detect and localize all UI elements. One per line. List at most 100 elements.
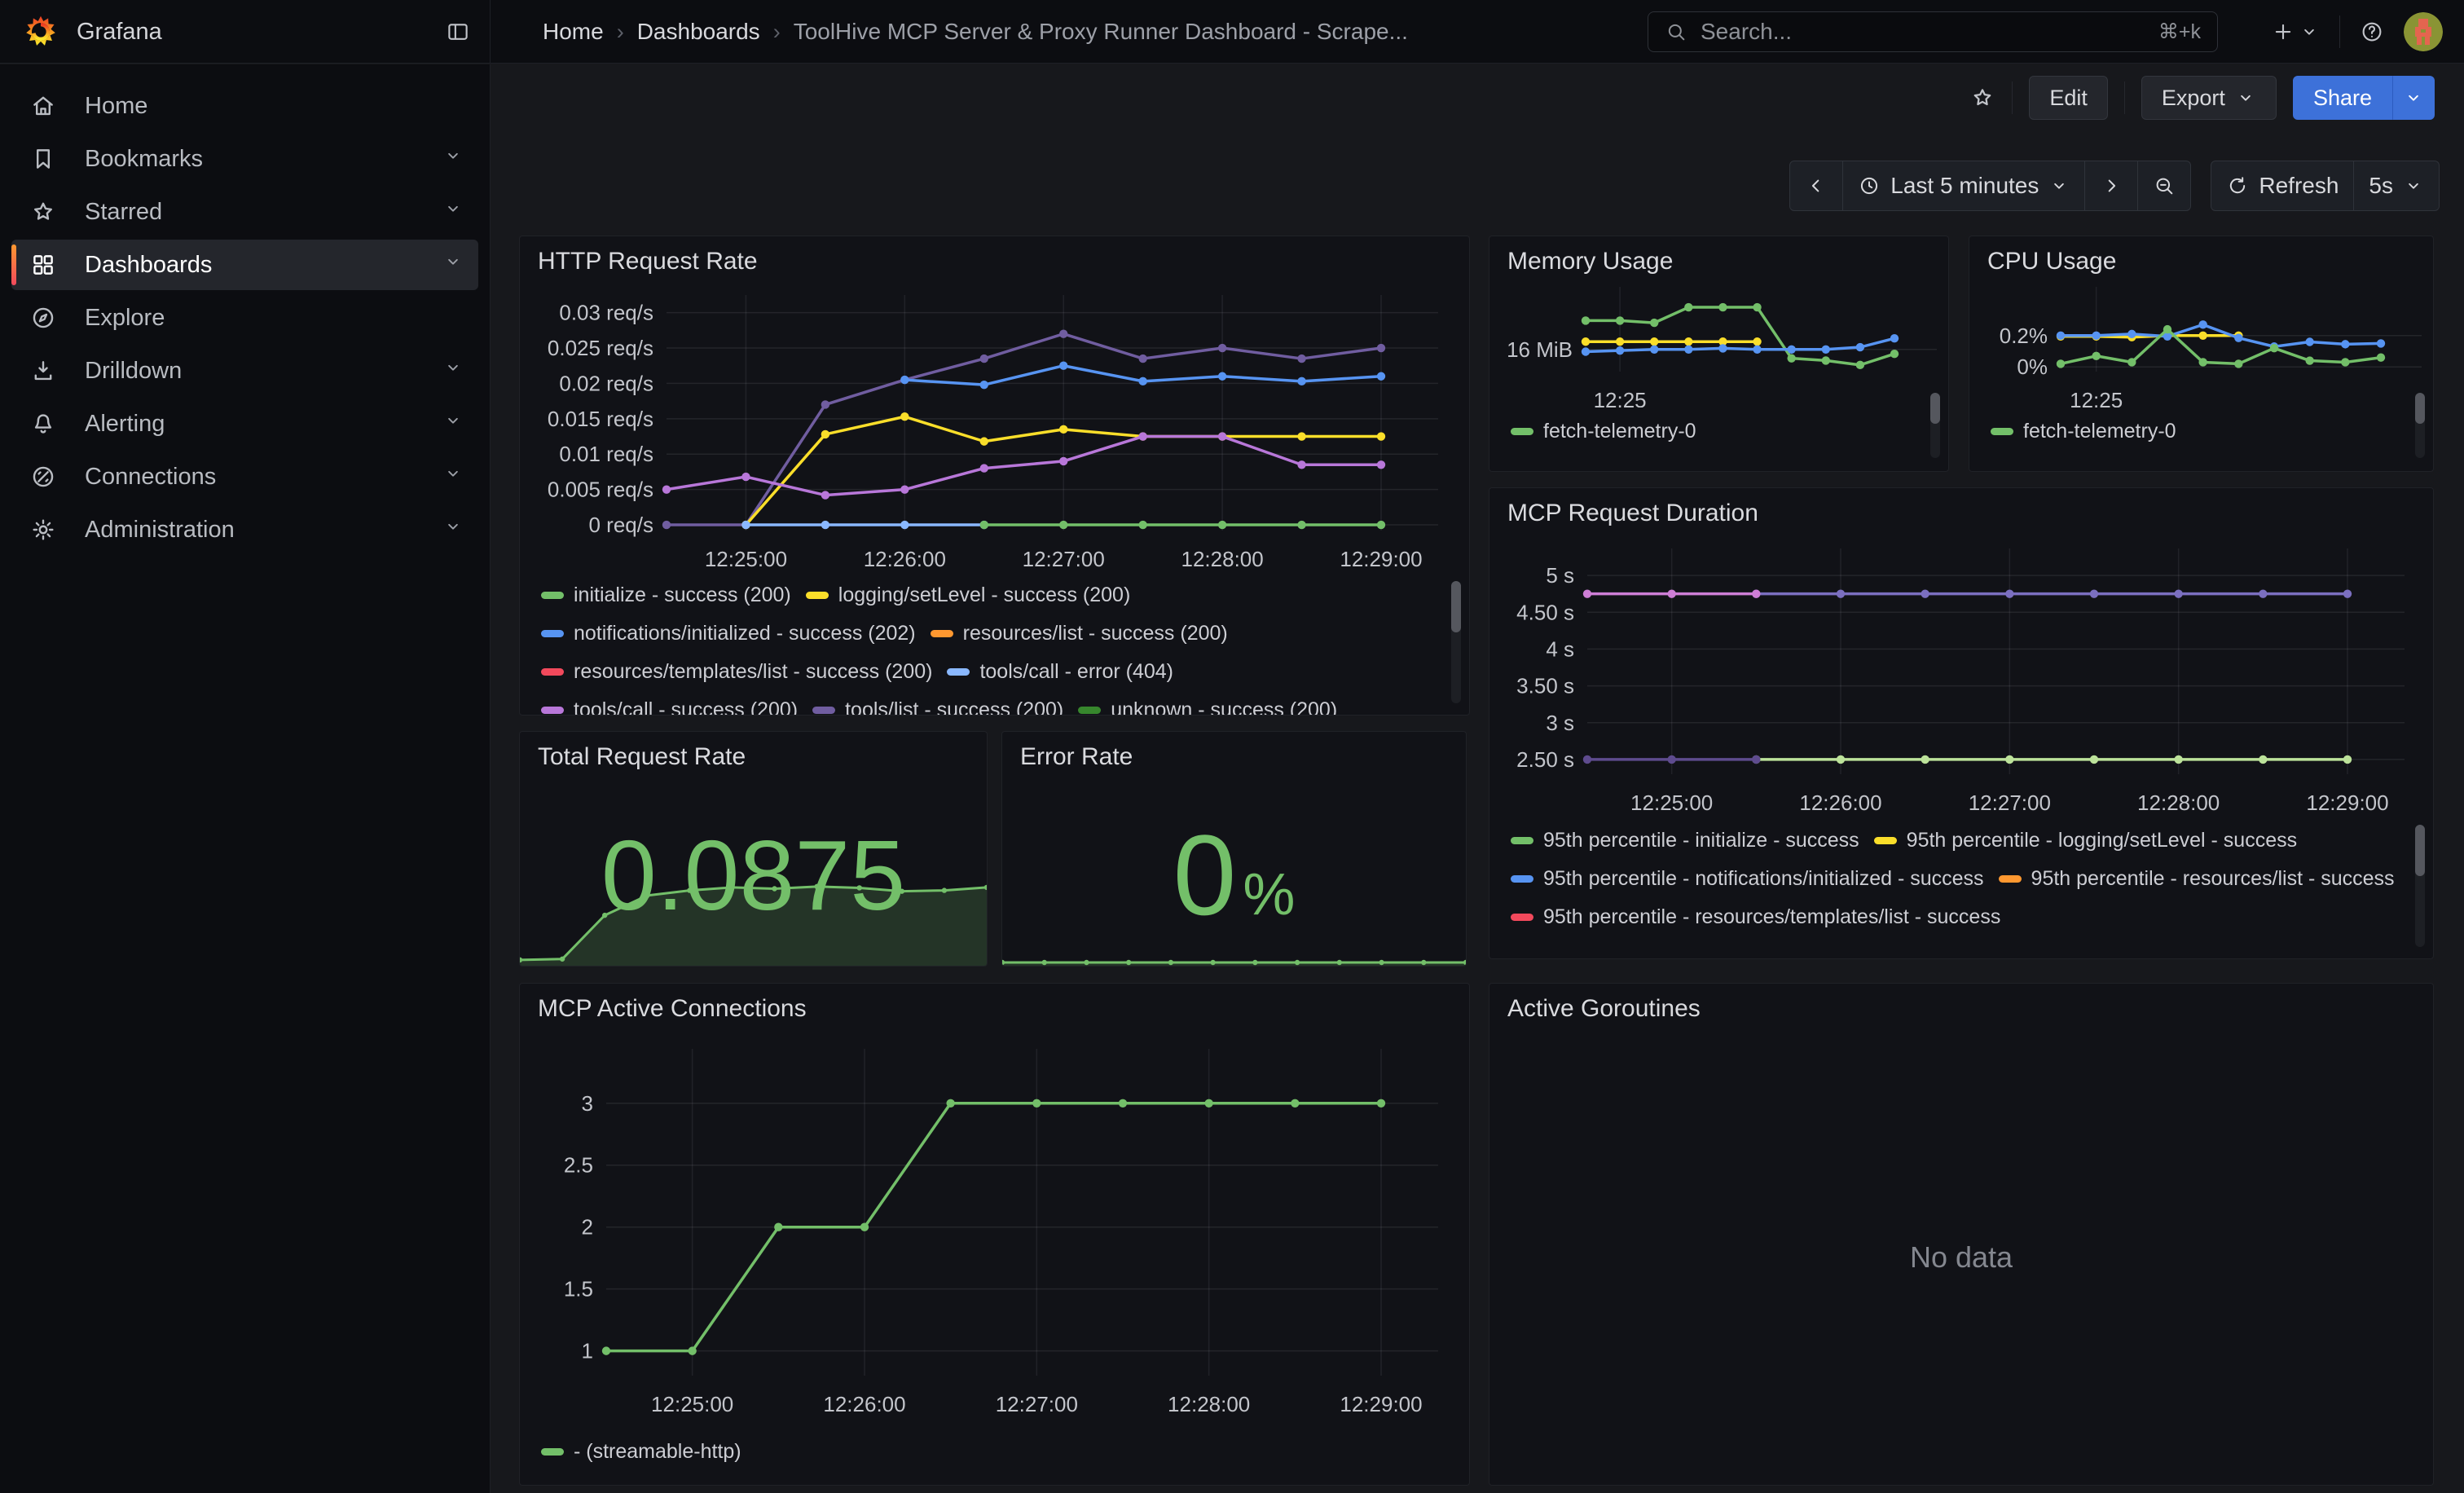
brand[interactable]: Grafana	[23, 14, 162, 50]
sidebar-item-label: Bookmarks	[85, 146, 203, 173]
sidebar-item-label: Administration	[85, 517, 235, 544]
mcp-active-connections-chart[interactable]: 12:25:0012:26:0012:27:0012:28:0012:29:00…	[520, 1029, 1469, 1433]
svg-text:0.015 req/s: 0.015 req/s	[548, 407, 653, 431]
sidebar-item-bookmarks[interactable]: Bookmarks	[11, 134, 478, 184]
sidebar-item-label: Connections	[85, 464, 216, 491]
breadcrumb-item[interactable]: Dashboards	[637, 19, 760, 45]
legend-item[interactable]: logging/setLevel - success (200)	[806, 576, 1131, 614]
sidebar-item-connections[interactable]: Connections	[11, 451, 478, 502]
legend-item[interactable]: unknown - success (200)	[1078, 691, 1337, 715]
legend-item[interactable]: tools/call - error (404)	[947, 653, 1173, 691]
refresh-interval-picker[interactable]: 5s	[2353, 161, 2439, 210]
legend-item[interactable]: 95th percentile - initialize - success	[1511, 821, 1859, 860]
refresh-group: Refresh 5s	[2211, 161, 2440, 211]
chevron-down-icon[interactable]	[442, 516, 464, 544]
bell-icon	[29, 410, 57, 438]
http-request-rate-chart[interactable]: 12:25:0012:26:0012:27:0012:28:0012:29:00…	[520, 282, 1469, 576]
legend-item[interactable]: initialize - success (200)	[541, 576, 791, 614]
svg-text:3: 3	[582, 1091, 593, 1116]
sidebar-item-dashboards[interactable]: Dashboards	[11, 240, 478, 290]
sidebar-item-label: Starred	[85, 199, 162, 226]
no-data-message: No data	[1489, 1029, 2433, 1485]
legend-color-pill	[541, 630, 564, 637]
chevron-down-icon[interactable]	[442, 251, 464, 279]
sidebar-toggle-icon[interactable]	[446, 20, 470, 44]
legend-label: 95th percentile - notifications/initiali…	[1543, 867, 1984, 891]
share-dropdown-button[interactable]	[2392, 76, 2435, 120]
refresh-button[interactable]: Refresh	[2211, 161, 2353, 210]
favorite-star-icon[interactable]	[1969, 85, 1995, 111]
legend-item[interactable]: resources/templates/list - success (200)	[541, 653, 932, 691]
bookmark-icon	[29, 145, 57, 173]
svg-text:0.03 req/s: 0.03 req/s	[559, 301, 653, 325]
memory-usage-chart[interactable]: 12:2516 MiB	[1489, 282, 1948, 407]
legend-label: 95th percentile - resources/templates/li…	[1543, 905, 2000, 929]
sidebar-item-explore[interactable]: Explore	[11, 293, 478, 343]
chevron-right-icon	[2100, 174, 2123, 197]
share-group: Share	[2293, 76, 2435, 120]
legend-label: notifications/initialized - success (202…	[574, 622, 916, 645]
svg-text:12:28:00: 12:28:00	[1168, 1392, 1250, 1416]
sidebar-item-home[interactable]: Home	[11, 81, 478, 131]
plug-icon	[29, 463, 57, 491]
chevron-down-icon[interactable]	[442, 410, 464, 438]
legend-label: tools/call - error (404)	[979, 660, 1173, 684]
time-bar: Last 5 minutes Refresh 5s	[1789, 161, 2440, 211]
time-back-button[interactable]	[1790, 161, 1842, 210]
panel-title: Total Request Rate	[520, 732, 987, 777]
share-button[interactable]: Share	[2293, 76, 2392, 120]
search-input[interactable]	[1699, 18, 2158, 46]
svg-text:12:26:00: 12:26:00	[864, 547, 946, 571]
chevron-down-icon[interactable]	[442, 145, 464, 173]
chevron-down-icon	[2299, 21, 2320, 42]
legend-label: 95th percentile - initialize - success	[1543, 829, 1859, 852]
legend-item[interactable]: resources/list - success (200)	[931, 614, 1228, 653]
br and-label: Grafana	[77, 19, 162, 46]
legend-scrollbar[interactable]	[1930, 393, 1940, 458]
legend-scrollbar[interactable]	[1451, 581, 1461, 703]
legend-scrollbar[interactable]	[2415, 393, 2425, 458]
svg-text:4.50 s: 4.50 s	[1516, 600, 1574, 624]
legend-item[interactable]: 95th percentile - resources/list - succe…	[1999, 860, 2395, 898]
legend-item[interactable]: fetch-telemetry-0	[1991, 412, 2176, 451]
zoom-out-button[interactable]	[2137, 161, 2190, 210]
chevron-down-icon	[2403, 175, 2424, 196]
chevron-down-icon[interactable]	[442, 198, 464, 226]
sidebar-item-drilldown[interactable]: Drilldown	[11, 346, 478, 396]
legend-item[interactable]: 95th percentile - logging/setLevel - suc…	[1874, 821, 2297, 860]
search-box[interactable]: ⌘+k	[1648, 11, 2218, 52]
legend-item[interactable]: notifications/initialized - success (202…	[541, 614, 916, 653]
star-icon	[29, 198, 57, 226]
sidebar-item-starred[interactable]: Starred	[11, 187, 478, 237]
time-range-group: Last 5 minutes	[1789, 161, 2191, 211]
svg-text:12:27:00: 12:27:00	[996, 1392, 1078, 1416]
legend-item[interactable]: 95th percentile - notifications/initiali…	[1511, 860, 1984, 898]
panel-active-goroutines: Active Goroutines No data	[1489, 983, 2434, 1486]
grid-icon	[29, 251, 57, 279]
mcp-request-duration-chart[interactable]: 12:25:0012:26:0012:27:0012:28:0012:29:00…	[1489, 534, 2433, 821]
chevron-down-icon[interactable]	[442, 357, 464, 385]
legend-item[interactable]: fetch-telemetry-0	[1511, 412, 1696, 451]
cpu-usage-chart[interactable]: 12:250.2%0%	[1969, 282, 2433, 407]
chevron-down-icon[interactable]	[442, 463, 464, 491]
breadcrumb-item[interactable]: Home	[543, 19, 604, 45]
sidebar-item-administration[interactable]: Administration	[11, 504, 478, 555]
svg-text:12:25:00: 12:25:00	[1630, 791, 1713, 815]
add-button[interactable]	[2271, 20, 2320, 44]
legend-scrollbar[interactable]	[2415, 825, 2425, 947]
stat-body[interactable]: 0.0875	[520, 777, 987, 966]
time-forward-button[interactable]	[2084, 161, 2137, 210]
svg-text:12:25: 12:25	[2070, 388, 2123, 407]
export-button[interactable]: Export	[2141, 76, 2277, 120]
svg-text:4 s: 4 s	[1546, 636, 1574, 661]
avatar[interactable]	[2404, 12, 2443, 51]
sidebar-item-alerting[interactable]: Alerting	[11, 399, 478, 449]
legend-item[interactable]: 95th percentile - resources/templates/li…	[1511, 898, 2000, 936]
stat-body[interactable]: 0 %	[1002, 777, 1466, 966]
edit-button[interactable]: Edit	[2029, 76, 2108, 120]
legend-item[interactable]: tools/list - success (200)	[812, 691, 1063, 715]
legend-item[interactable]: tools/call - success (200)	[541, 691, 798, 715]
help-icon[interactable]	[2360, 20, 2384, 44]
time-range-picker[interactable]: Last 5 minutes	[1842, 161, 2084, 210]
legend-item[interactable]: - (streamable-http)	[541, 1433, 741, 1471]
